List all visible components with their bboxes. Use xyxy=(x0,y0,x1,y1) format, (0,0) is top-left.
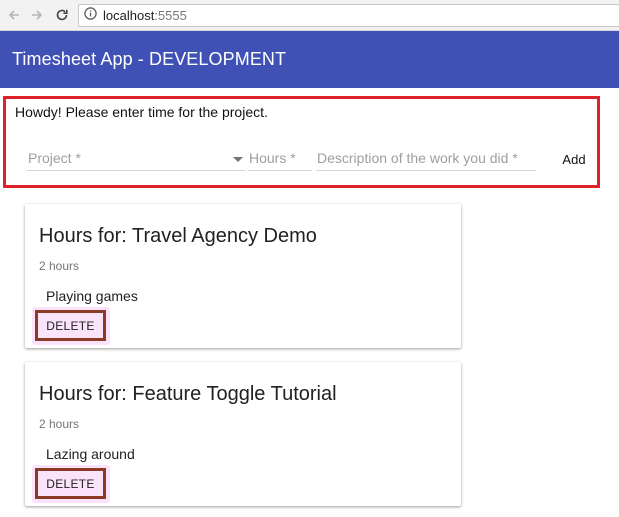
card-title: Hours for: Feature Toggle Tutorial xyxy=(39,383,337,405)
time-entry-form: Howdy! Please enter time for the project… xyxy=(3,96,600,188)
project-placeholder: Project * xyxy=(28,150,81,166)
card-title: Hours for: Travel Agency Demo xyxy=(39,225,317,247)
hours-input[interactable]: Hours * xyxy=(248,147,312,171)
description-placeholder: Description of the work you did * xyxy=(317,150,518,166)
browser-toolbar: localhost:5555 xyxy=(0,0,619,31)
card-description: Lazing around xyxy=(46,446,135,462)
project-select[interactable]: Project * xyxy=(27,147,245,171)
description-input[interactable]: Description of the work you did * xyxy=(316,147,536,171)
card-hours: 2 hours xyxy=(39,417,80,431)
hours-placeholder: Hours * xyxy=(249,150,296,166)
address-bar[interactable]: localhost:5555 xyxy=(78,4,619,27)
back-arrow-icon[interactable] xyxy=(3,4,25,26)
card-description: Playing games xyxy=(46,288,138,304)
delete-button[interactable]: DELETE xyxy=(35,310,106,341)
card-hours: 2 hours xyxy=(39,259,80,273)
url-host: localhost xyxy=(103,8,155,23)
time-entry-card: Hours for: Travel Agency Demo 2 hours Pl… xyxy=(25,204,461,348)
greeting-text: Howdy! Please enter time for the project… xyxy=(15,104,268,120)
forward-arrow-icon[interactable] xyxy=(26,4,48,26)
url-text: localhost:5555 xyxy=(103,8,187,23)
url-port: :5555 xyxy=(154,8,187,23)
time-entry-card: Hours for: Feature Toggle Tutorial 2 hou… xyxy=(25,362,461,506)
app-header: Timesheet App - DEVELOPMENT xyxy=(0,31,619,88)
add-button[interactable]: Add xyxy=(554,149,594,169)
delete-button[interactable]: DELETE xyxy=(35,468,106,499)
app-title: Timesheet App - DEVELOPMENT xyxy=(12,49,287,69)
info-icon[interactable] xyxy=(84,6,97,25)
caret-down-icon[interactable] xyxy=(233,157,243,162)
reload-icon[interactable] xyxy=(51,4,73,26)
